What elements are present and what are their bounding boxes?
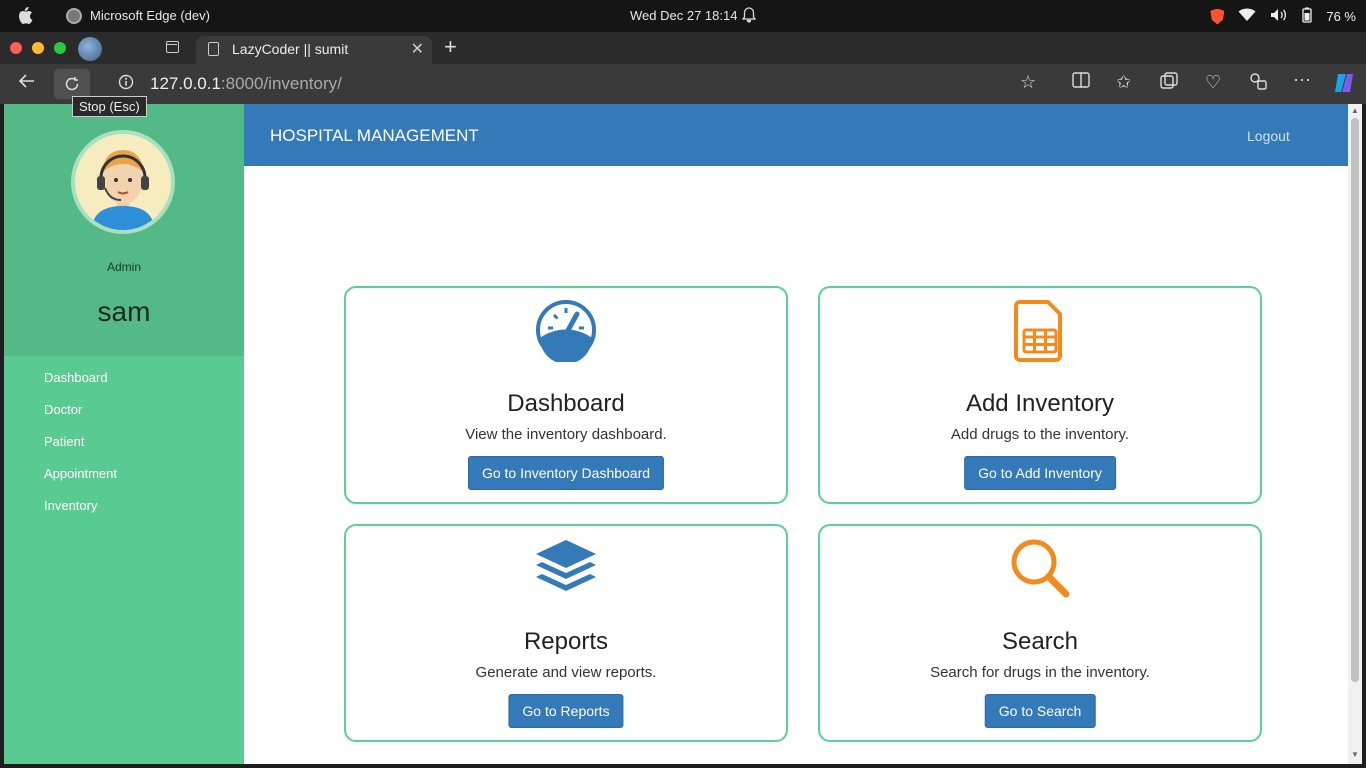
url-path: :8000/inventory/ — [220, 74, 342, 93]
stop-tooltip: Stop (Esc) — [72, 96, 147, 117]
sidebar-item-inventory[interactable]: Inventory — [44, 498, 117, 530]
favorites-icon[interactable]: ✩ — [1116, 72, 1131, 93]
window-maximize-button[interactable] — [54, 42, 66, 54]
go-to-search-button[interactable]: Go to Search — [984, 694, 1096, 728]
reload-icon — [65, 77, 79, 91]
back-arrow-icon[interactable] — [18, 72, 36, 95]
browser-toolbar: 127.0.0.1:8000/inventory/ ☆ ✩ ♡ ··· — [0, 64, 1366, 104]
sidebar-item-patient[interactable]: Patient — [44, 434, 117, 466]
profile-avatar-icon[interactable] — [78, 37, 102, 61]
card-description: Generate and view reports. — [475, 664, 657, 681]
battery-icon[interactable] — [1302, 7, 1313, 26]
split-screen-icon[interactable] — [1072, 72, 1090, 93]
tab-title: LazyCoder || sumit — [232, 41, 349, 57]
active-app-name[interactable]: Microsoft Edge (dev) — [90, 8, 210, 23]
site-info-icon[interactable] — [118, 74, 134, 95]
scrollbar-thumb[interactable] — [1351, 118, 1359, 682]
apple-icon[interactable] — [18, 7, 34, 28]
profile-section: Admin sam — [4, 104, 244, 356]
layers-icon — [346, 536, 786, 600]
go-to-reports-button[interactable]: Go to Reports — [508, 694, 624, 728]
page-viewport: Admin sam Dashboard Doctor Patient Appoi… — [4, 104, 1362, 764]
card-title: Add Inventory — [965, 390, 1115, 417]
card-title: Dashboard — [507, 390, 625, 417]
extensions-icon[interactable] — [1249, 72, 1267, 95]
workspaces-icon[interactable] — [166, 41, 179, 53]
browser-tab-active[interactable]: LazyCoder || sumit ✕ — [196, 36, 432, 64]
system-tray: 76 % — [1210, 7, 1356, 26]
go-to-inventory-dashboard-button[interactable]: Go to Inventory Dashboard — [467, 456, 665, 490]
scroll-up-icon[interactable]: ▲ — [1351, 106, 1359, 115]
page-icon — [208, 42, 219, 56]
avatar — [71, 130, 175, 234]
page-scrollbar[interactable]: ▲ ▼ — [1348, 104, 1362, 764]
more-options-icon[interactable]: ··· — [1293, 69, 1311, 90]
gauge-icon — [346, 298, 786, 362]
system-top-bar: Microsoft Edge (dev) Wed Dec 27 18:14 76… — [0, 0, 1366, 32]
card-description: Add drugs to the inventory. — [950, 426, 1130, 443]
top-navbar: HOSPITAL MANAGEMENT Logout — [244, 104, 1348, 166]
favorite-star-icon[interactable]: ☆ — [1020, 72, 1036, 93]
edge-app-icon — [66, 8, 82, 24]
sidebar-item-appointment[interactable]: Appointment — [44, 466, 117, 498]
browser-tab-bar: LazyCoder || sumit ✕ + — [0, 32, 1366, 64]
scroll-down-icon[interactable]: ▼ — [1351, 750, 1359, 759]
card-title: Search — [1001, 628, 1079, 655]
window-close-button[interactable] — [10, 42, 22, 54]
card-dashboard: Dashboard View the inventory dashboard. … — [344, 286, 788, 504]
collections-icon[interactable] — [1160, 72, 1178, 95]
search-icon — [820, 536, 1260, 600]
user-name: sam — [97, 296, 151, 327]
brand-title[interactable]: HOSPITAL MANAGEMENT — [270, 126, 479, 146]
address-bar[interactable]: 127.0.0.1:8000/inventory/ — [150, 74, 342, 94]
card-search: Search Search for drugs in the inventory… — [818, 524, 1262, 742]
battery-percent: 76 % — [1326, 9, 1356, 24]
new-tab-icon[interactable]: + — [444, 34, 457, 60]
close-tab-icon[interactable]: ✕ — [411, 39, 424, 59]
wifi-icon[interactable] — [1238, 8, 1256, 25]
alarm-icon — [741, 7, 757, 26]
copilot-icon[interactable] — [1332, 71, 1356, 100]
window-minimize-button[interactable] — [32, 42, 44, 54]
volume-icon[interactable] — [1270, 8, 1288, 25]
browser-essentials-icon[interactable]: ♡ — [1205, 72, 1221, 93]
go-to-add-inventory-button[interactable]: Go to Add Inventory — [964, 456, 1116, 490]
brave-icon[interactable] — [1210, 8, 1225, 25]
sim-card-icon — [820, 298, 1260, 362]
sidebar-item-doctor[interactable]: Doctor — [44, 402, 117, 434]
sidebar-nav: Dashboard Doctor Patient Appointment Inv… — [44, 370, 117, 530]
card-description: View the inventory dashboard. — [465, 426, 667, 443]
card-title: Reports — [523, 628, 609, 655]
card-add-inventory: Add Inventory Add drugs to the inventory… — [818, 286, 1262, 504]
reload-button[interactable] — [54, 69, 90, 99]
sidebar-item-dashboard[interactable]: Dashboard — [44, 370, 117, 402]
user-role: Admin — [106, 260, 141, 274]
url-host: 127.0.0.1 — [150, 74, 221, 93]
sidebar: Admin sam Dashboard Doctor Patient Appoi… — [4, 104, 244, 764]
card-description: Search for drugs in the inventory. — [930, 664, 1150, 681]
card-reports: Reports Generate and view reports. Go to… — [344, 524, 788, 742]
clock[interactable]: Wed Dec 27 18:14 — [630, 8, 737, 23]
logout-link[interactable]: Logout — [1247, 128, 1290, 144]
